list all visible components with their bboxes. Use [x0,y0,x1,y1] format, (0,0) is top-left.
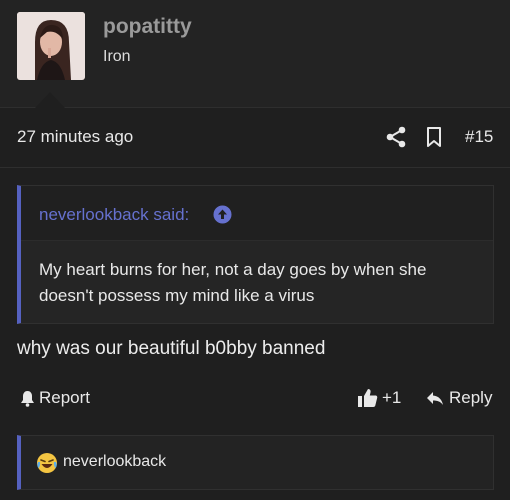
author-title: Iron [103,48,131,65]
like-button[interactable]: +1 [357,388,401,408]
reply-label: Reply [449,388,493,407]
quote-block: neverlookback said: My heart burns for h… [17,185,494,324]
reply-arrow-icon [427,391,443,405]
arrow-up-circle-icon[interactable] [213,205,232,224]
quote-author-link[interactable]: neverlookback said: [39,205,189,225]
thumbs-up-icon [358,389,378,407]
avatar-image [17,12,85,80]
post-user-header: popatitty Iron [0,0,510,108]
quote-header: neverlookback said: [21,186,493,241]
post-meta-row: 27 minutes ago #15 [0,108,510,168]
post-message: why was our beautiful b0bby banned [17,338,326,359]
post-number-link[interactable]: #15 [465,127,493,147]
reactions-bar[interactable]: neverlookback [17,435,494,490]
author-username[interactable]: popatitty [103,15,192,39]
quote-text: My heart burns for her, not a day goes b… [39,260,427,305]
bookmark-icon[interactable] [425,126,443,148]
report-label: Report [39,388,91,407]
header-caret [35,92,65,108]
like-count: +1 [382,388,402,407]
post-actions: Report +1 Reply [0,382,510,416]
report-button[interactable]: Report [20,388,90,408]
bell-icon [21,390,34,407]
avatar[interactable] [17,12,85,80]
laughing-crying-face-icon [37,453,57,473]
share-icon[interactable] [385,126,407,148]
reaction-users[interactable]: neverlookback [63,453,166,471]
post-timestamp[interactable]: 27 minutes ago [17,127,133,147]
reply-button[interactable]: Reply [426,388,492,408]
